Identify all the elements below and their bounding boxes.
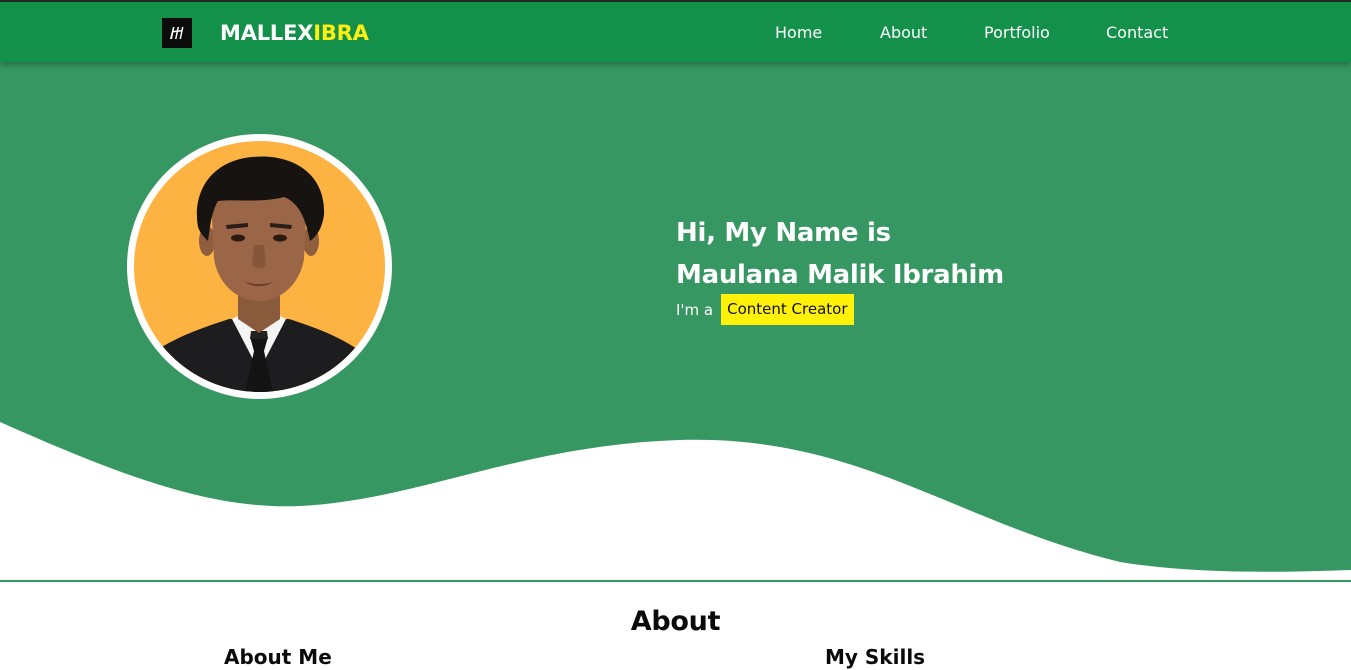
greeting-line-name: Maulana Malik Ibrahim: [676, 260, 1004, 290]
hero-greeting: Hi, My Name is Maulana Malik Ibrahim: [676, 212, 1004, 296]
mm-logo-icon[interactable]: [162, 18, 192, 48]
brand-name[interactable]: MALLEXIBRA: [220, 20, 369, 46]
hero-wave-divider: [0, 422, 1351, 580]
about-me-heading: About Me: [224, 645, 332, 669]
about-section-title: About: [630, 606, 721, 637]
brand-main-text: MALLEX: [220, 21, 314, 45]
profile-photo-frame: [127, 134, 392, 399]
role-prefix: I'm a: [676, 300, 714, 319]
greeting-line-1: Hi, My Name is: [676, 218, 891, 248]
profile-photo: [134, 141, 385, 392]
navbar: MALLEXIBRA Home About Portfolio Contact: [0, 0, 1351, 62]
nav-contact-link[interactable]: Contact: [1106, 22, 1168, 44]
my-skills-heading: My Skills: [825, 645, 926, 669]
nav-portfolio-link[interactable]: Portfolio: [984, 22, 1050, 44]
role-highlight-badge: Content Creator: [721, 294, 854, 325]
nav-about-link[interactable]: About: [880, 22, 927, 44]
role-line: I'm a Content Creator: [676, 294, 854, 325]
nav-home-link[interactable]: Home: [775, 22, 822, 44]
brand-accent-text: IBRA: [313, 21, 369, 45]
